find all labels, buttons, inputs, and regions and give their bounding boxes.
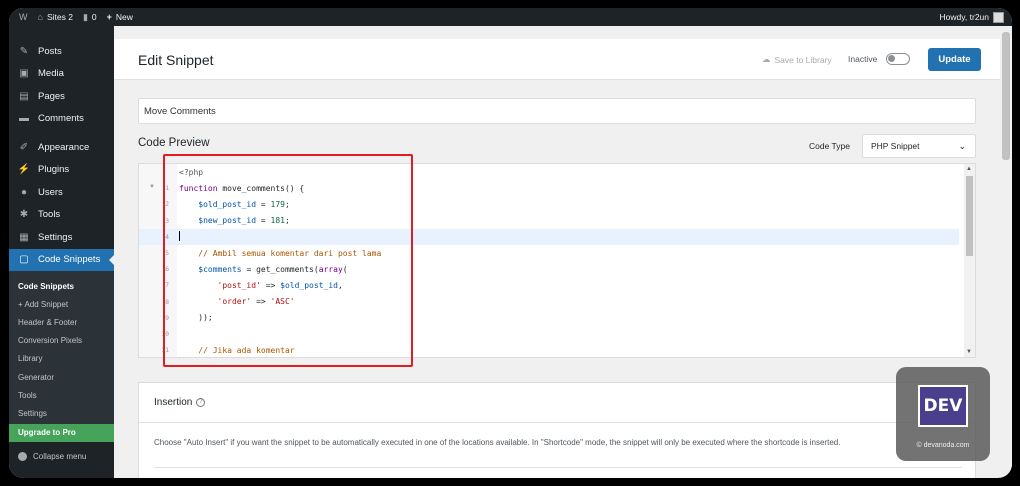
- watermark-site: © devanoda.com: [916, 442, 970, 449]
- status-label: Inactive: [848, 54, 878, 64]
- sidebar-item-comments[interactable]: ▬ Comments: [9, 108, 114, 131]
- sidebar-item-posts[interactable]: ✎ Posts: [9, 40, 114, 63]
- media-icon: ▣: [19, 68, 29, 80]
- submenu-item-conversion-pixels[interactable]: Conversion Pixels: [9, 332, 114, 350]
- submenu-item-generator[interactable]: Generator: [9, 368, 114, 386]
- plug-icon: ⚡: [17, 164, 31, 176]
- account-menu[interactable]: Howdy, tr2un: [940, 11, 1004, 23]
- code-snippets-icon: ▢: [19, 254, 29, 266]
- collapse-arrow-icon: [18, 452, 27, 461]
- submenu-item-settings[interactable]: Settings: [9, 404, 114, 422]
- pages-icon: ▤: [19, 90, 29, 102]
- watermark: DEV © devanoda.com: [896, 367, 990, 461]
- users-icon: ●: [20, 186, 28, 198]
- sidebar-item-users[interactable]: ● Users: [9, 181, 114, 204]
- sidebar-item-settings[interactable]: ▦ Settings: [9, 226, 114, 249]
- insertion-panel: Insertion? Choose "Auto Insert" if you w…: [138, 382, 976, 478]
- code-type-label: Code Type: [809, 141, 850, 151]
- sidebar-item-appearance[interactable]: ✐ Appearance: [9, 136, 114, 159]
- submenu-item-header-footer[interactable]: Header & Footer: [9, 313, 114, 331]
- comments-icon: ▬: [19, 113, 29, 125]
- admin-bar: W ⌂ Sites 2 ▮ 0 + New Howdy, tr2un: [9, 8, 1012, 26]
- comment-bubble-icon: ▮: [82, 11, 88, 22]
- page-header: Edit Snippet ☁ Save to Library Inactive U…: [114, 39, 1000, 80]
- submenu-item-code-snippets[interactable]: Code Snippets: [9, 277, 114, 295]
- active-toggle[interactable]: [886, 53, 910, 65]
- sidebar-item-plugins[interactable]: ⚡ Plugins: [9, 159, 114, 182]
- insertion-heading: Insertion?: [154, 397, 206, 408]
- cloud-icon: ☁: [762, 54, 771, 64]
- code-preview-heading: Code Preview: [138, 137, 210, 149]
- insertion-description: Choose "Auto Insert" if you want the sni…: [154, 438, 841, 447]
- scroll-up-icon[interactable]: ▲: [966, 166, 972, 172]
- sidebar-item-code-snippets[interactable]: ▢ Code Snippets: [9, 248, 114, 271]
- avatar: [993, 11, 1004, 23]
- scroll-down-icon[interactable]: ▼: [966, 349, 972, 355]
- update-button[interactable]: Update: [928, 48, 981, 71]
- page-title: Edit Snippet: [138, 52, 214, 68]
- highlight-annotation-box: [163, 154, 413, 367]
- code-snippets-submenu: Code Snippets + Add Snippet Header & Foo…: [9, 271, 114, 442]
- upgrade-to-pro-link[interactable]: Upgrade to Pro: [9, 423, 114, 442]
- screen-frame: W ⌂ Sites 2 ▮ 0 + New Howdy, tr2un ✎ Posts ▣…: [9, 8, 1012, 478]
- sidebar-item-tools[interactable]: ✱ Tools: [9, 204, 114, 227]
- collapse-menu-button[interactable]: Collapse menu: [9, 442, 114, 472]
- code-type-select[interactable]: PHP Snippet ⌄: [862, 134, 976, 158]
- home-icon: ⌂: [37, 12, 43, 22]
- dev-logo: DEV: [918, 385, 968, 427]
- settings-icon: ▦: [19, 231, 29, 243]
- editor-scroll-thumb[interactable]: [966, 176, 973, 256]
- snippet-title-input[interactable]: Move Comments: [138, 98, 976, 124]
- plus-icon: +: [106, 12, 112, 22]
- sidebar-item-media[interactable]: ▣ Media: [9, 63, 114, 86]
- submenu-item-tools[interactable]: Tools: [9, 386, 114, 404]
- divider: [139, 422, 975, 423]
- editor-scrollbar[interactable]: ▲ ▼: [964, 164, 975, 357]
- divider: [154, 467, 962, 468]
- save-to-library-button[interactable]: ☁ Save to Library: [762, 54, 832, 65]
- wrench-icon: ✱: [19, 209, 29, 221]
- page-scroll-thumb[interactable]: [1002, 32, 1010, 160]
- wordpress-logo-icon[interactable]: W: [19, 12, 28, 22]
- site-name-link[interactable]: ⌂ Sites 2: [38, 12, 73, 22]
- brush-icon: ✐: [19, 141, 29, 153]
- new-content-link[interactable]: + New: [107, 12, 133, 22]
- submenu-item-library[interactable]: Library: [9, 350, 114, 368]
- submenu-item-add-snippet[interactable]: + Add Snippet: [9, 295, 114, 313]
- sidebar-item-pages[interactable]: ▤ Pages: [9, 85, 114, 108]
- chevron-down-icon: ⌄: [958, 141, 966, 151]
- help-icon[interactable]: ?: [196, 398, 206, 407]
- page-scrollbar[interactable]: [1000, 26, 1012, 478]
- comments-link[interactable]: ▮ 0: [83, 12, 97, 23]
- pin-icon: ✎: [19, 45, 29, 57]
- admin-sidebar: ✎ Posts ▣ Media ▤ Pages ▬ Comments ✐ Appearan…: [9, 26, 114, 478]
